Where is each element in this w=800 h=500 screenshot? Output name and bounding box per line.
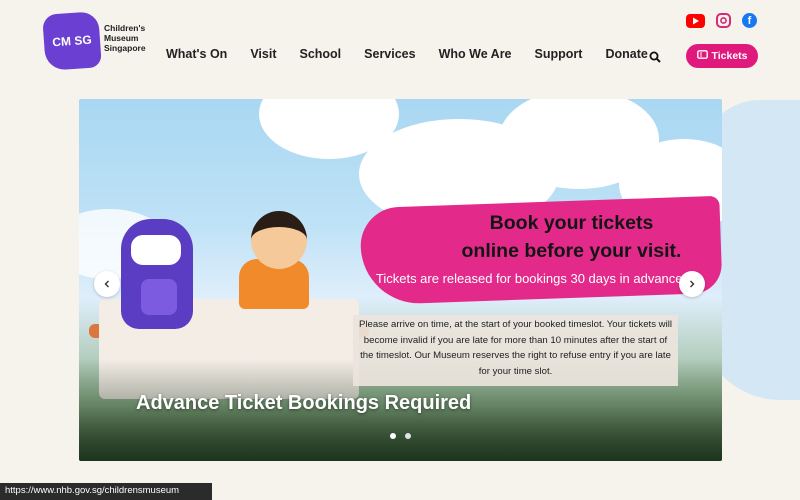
chevron-left-icon [104,280,109,288]
carousel-prev-button[interactable] [94,271,120,297]
nav-whats-on[interactable]: What's On [166,47,227,61]
nav-donate[interactable]: Donate [605,47,647,61]
hero-heading[interactable]: Advance Ticket Bookings Required [136,392,471,415]
robot-face [131,235,181,265]
instagram-icon[interactable] [716,13,731,28]
search-icon[interactable] [649,50,661,63]
museum-logo[interactable]: CM SG [42,11,102,71]
carousel-dot-2[interactable] [405,433,411,439]
hero-carousel: Book your tickets online before your vis… [79,99,722,461]
logo-wordmark[interactable]: Children's Museum Singapore [104,23,164,53]
child-illustration-head [251,211,307,269]
site-header: CM SG Children's Museum Singapore f What… [0,0,800,90]
logo-mark: CM SG [51,32,93,49]
promo-title-line1: Book your tickets [489,212,654,234]
youtube-icon[interactable] [686,14,705,28]
nav-who-we-are[interactable]: Who We Are [439,47,512,61]
facebook-icon[interactable]: f [742,13,757,28]
nav-school[interactable]: School [299,47,341,61]
chevron-right-icon [690,280,695,288]
carousel-dot-1[interactable] [390,433,396,439]
robot-badge [141,279,177,315]
nav-support[interactable]: Support [535,47,583,61]
robot-mascot-illustration [121,219,193,329]
promo-subtitle: Tickets are released for bookings 30 day… [375,271,687,286]
nav-services[interactable]: Services [364,47,415,61]
tickets-label: Tickets [711,50,748,62]
carousel-next-button[interactable] [679,271,705,297]
main-nav: What's On Visit School Services Who We A… [166,47,648,61]
status-bar-url: https://www.nhb.gov.sg/childrensmuseum [0,483,212,500]
arrival-notice: Please arrive on time, at the start of y… [353,315,678,386]
promo-title-line2: online before your visit. [461,240,682,262]
nav-visit[interactable]: Visit [250,47,276,61]
tickets-button[interactable]: Tickets [686,44,758,68]
promo-title: Book your tickets online before your vis… [419,209,722,265]
ticket-icon [696,50,708,62]
